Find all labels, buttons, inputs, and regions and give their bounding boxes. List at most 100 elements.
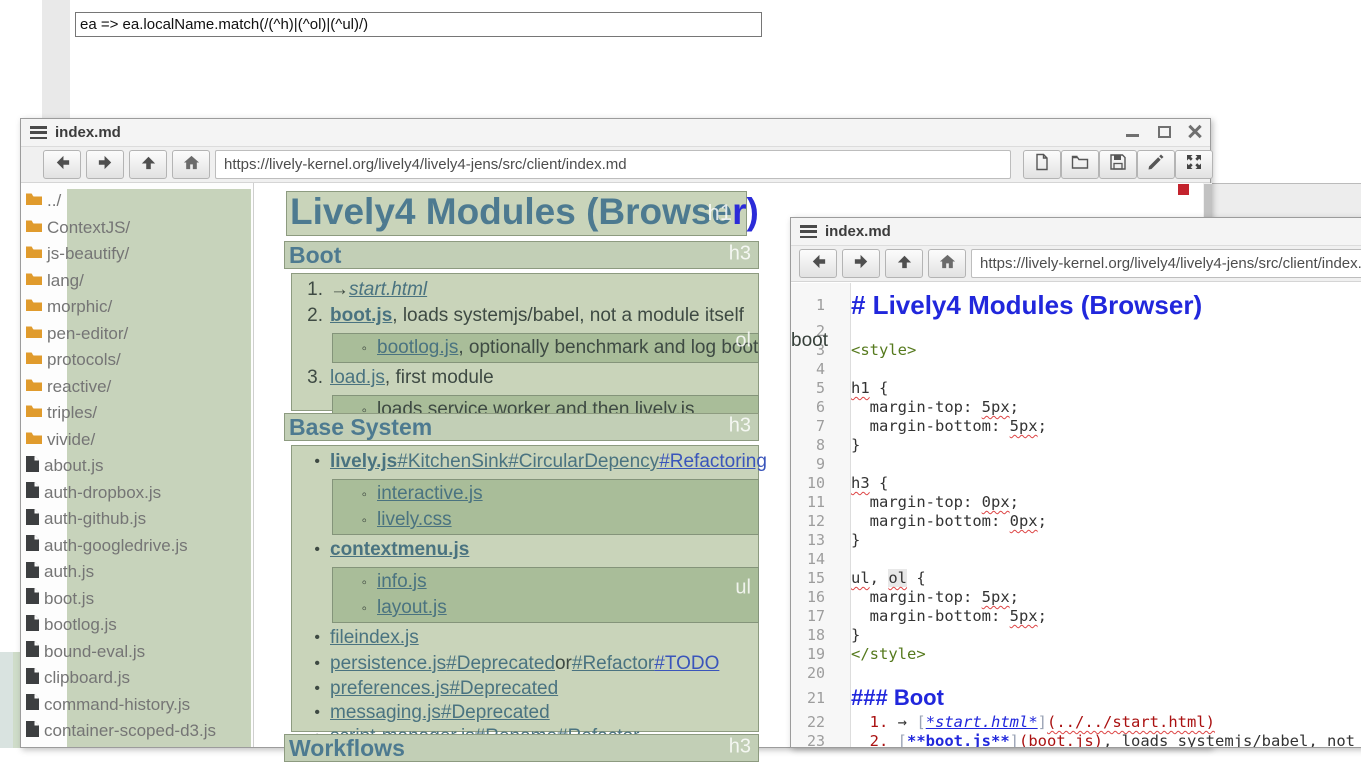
line-number: 7 <box>791 417 837 436</box>
code-line[interactable]: 2 <box>791 322 1361 341</box>
code-token: 0px <box>982 493 1010 511</box>
back-button[interactable] <box>799 249 837 278</box>
code-line[interactable]: 11 margin-top: 0px; <box>791 493 1361 512</box>
sidebar-item-ContextJS[interactable]: ContextJS/ <box>21 215 253 242</box>
code-line[interactable]: 22 1. → [*start.html*](../../start.html) <box>791 713 1361 732</box>
code-line[interactable]: 5h1 { <box>791 379 1361 398</box>
content-link[interactable]: #TODO <box>654 653 719 675</box>
content-link[interactable]: interactive.js <box>377 483 483 505</box>
open-folder-button[interactable] <box>1061 150 1099 179</box>
sidebar-item-auth-googledrive.js[interactable]: auth-googledrive.js <box>21 533 253 560</box>
home-button[interactable] <box>928 249 966 278</box>
content-link[interactable]: #Deprecated <box>441 702 550 724</box>
sidebar-item-protocols[interactable]: protocols/ <box>21 347 253 374</box>
sidebar-item-clipboard.js[interactable]: clipboard.js <box>21 665 253 692</box>
code-line[interactable]: 23 2. [**boot.js**](boot.js), loads syst… <box>791 732 1361 747</box>
sidebar-item-lang[interactable]: lang/ <box>21 268 253 295</box>
content-link[interactable]: #CircularDepency <box>508 451 659 473</box>
code-line[interactable]: 20 <box>791 664 1361 683</box>
content-link[interactable]: #KitchenSink <box>397 451 508 473</box>
back-button[interactable] <box>43 150 81 179</box>
content-link[interactable]: contextmenu.js <box>330 539 469 561</box>
code-line[interactable]: 13} <box>791 531 1361 550</box>
window-menu-icon[interactable] <box>800 225 817 239</box>
code-line[interactable]: 6 margin-top: 5px; <box>791 398 1361 417</box>
code-line[interactable]: 4 <box>791 360 1361 379</box>
sidebar-item-triples[interactable]: triples/ <box>21 400 253 427</box>
sidebar-item-container-scoped-d3.js[interactable]: container-scoped-d3.js <box>21 718 253 745</box>
edit-button[interactable] <box>1137 150 1175 179</box>
content-link[interactable]: info.js <box>377 571 427 593</box>
up-button[interactable] <box>885 249 923 278</box>
sidebar-item-bound-eval.js[interactable]: bound-eval.js <box>21 639 253 666</box>
content-link[interactable]: #Deprecated <box>449 678 558 700</box>
save-button[interactable] <box>1099 150 1137 179</box>
sidebar-item-morphic[interactable]: morphic/ <box>21 294 253 321</box>
code-line[interactable]: 7 margin-bottom: 5px; <box>791 417 1361 436</box>
code-line[interactable]: 1# Lively4 Modules (Browser) <box>791 288 1361 322</box>
section-heading: Base System <box>289 414 432 441</box>
content-link[interactable]: lively.css <box>377 509 452 531</box>
content-link[interactable]: #Deprecated <box>446 653 555 675</box>
sidebar-item-auth.js[interactable]: auth.js <box>21 559 253 586</box>
code-line[interactable]: 18} <box>791 626 1361 645</box>
sidebar-item-bootlog.js[interactable]: bootlog.js <box>21 612 253 639</box>
sidebar-item-auth-github.js[interactable]: auth-github.js <box>21 506 253 533</box>
code-text: } <box>851 531 860 550</box>
file-name: auth-github.js <box>44 509 146 529</box>
content-link[interactable]: lively.js <box>330 451 397 473</box>
new-file-button[interactable] <box>1023 150 1061 179</box>
title-bar[interactable]: index.md <box>791 218 1361 246</box>
close-button[interactable] <box>1185 123 1205 141</box>
sidebar-item-..[interactable]: ../ <box>21 188 253 215</box>
code-line[interactable]: 17 margin-bottom: 5px; <box>791 607 1361 626</box>
list-item: •contextmenu.js <box>292 537 758 563</box>
title-bar[interactable]: index.md <box>21 119 1210 147</box>
code-line[interactable]: 3<style> <box>791 341 1361 360</box>
window-menu-icon[interactable] <box>30 126 47 140</box>
sidebar-item-reactive[interactable]: reactive/ <box>21 374 253 401</box>
code-line[interactable]: 15ul, ol { <box>791 569 1361 588</box>
sidebar-item-js-beautify[interactable]: js-beautify/ <box>21 241 253 268</box>
window-title: index.md <box>55 124 121 141</box>
content-link[interactable]: bootlog.js <box>377 337 458 359</box>
code-line[interactable]: 19</style> <box>791 645 1361 664</box>
forward-icon <box>96 153 115 177</box>
maximize-button[interactable] <box>1155 123 1175 141</box>
code-line[interactable]: 9 <box>791 455 1361 474</box>
forward-button[interactable] <box>842 249 880 278</box>
probe-expression-input[interactable] <box>75 12 762 37</box>
home-button[interactable] <box>172 150 210 179</box>
code-line[interactable]: 14 <box>791 550 1361 569</box>
sidebar-item-boot.js[interactable]: boot.js <box>21 586 253 613</box>
content-link[interactable]: start.html <box>349 279 427 301</box>
fullscreen-button[interactable] <box>1175 150 1213 179</box>
url-field[interactable]: https://lively-kernel.org/lively4/lively… <box>215 150 1011 179</box>
content-link[interactable]: preferences.js <box>330 678 449 700</box>
up-button[interactable] <box>129 150 167 179</box>
content-link[interactable]: boot.js <box>330 305 392 327</box>
sidebar-item-auth-dropbox.js[interactable]: auth-dropbox.js <box>21 480 253 507</box>
content-link[interactable]: layout.js <box>377 597 447 619</box>
forward-button[interactable] <box>86 150 124 179</box>
code-line[interactable]: 12 margin-bottom: 0px; <box>791 512 1361 531</box>
content-link[interactable]: persistence.js <box>330 653 446 675</box>
sidebar-item-command-history.js[interactable]: command-history.js <box>21 692 253 719</box>
content-link[interactable]: fileindex.js <box>330 627 419 649</box>
code-line[interactable]: 8} <box>791 436 1361 455</box>
code-editor[interactable]: 1# Lively4 Modules (Browser)23<style>45h… <box>791 283 1361 747</box>
code-line[interactable]: 10h3 { <box>791 474 1361 493</box>
sidebar-item-about.js[interactable]: about.js <box>21 453 253 480</box>
section-heading: Boot <box>289 242 341 269</box>
code-line[interactable]: 21### Boot <box>791 683 1361 713</box>
minimize-button[interactable] <box>1123 123 1143 141</box>
content-link[interactable]: load.js <box>330 367 385 389</box>
sidebar-item-pen-editor[interactable]: pen-editor/ <box>21 321 253 348</box>
code-line[interactable]: 16 margin-top: 5px; <box>791 588 1361 607</box>
code-token: { <box>907 569 926 587</box>
url-field[interactable]: https://lively-kernel.org/lively4/lively… <box>971 249 1361 278</box>
content-link[interactable]: #Refactoring <box>659 451 767 473</box>
sidebar-item-vivide[interactable]: vivide/ <box>21 427 253 454</box>
content-link[interactable]: messaging.js <box>330 702 441 724</box>
content-link[interactable]: #Refactor <box>572 653 654 675</box>
